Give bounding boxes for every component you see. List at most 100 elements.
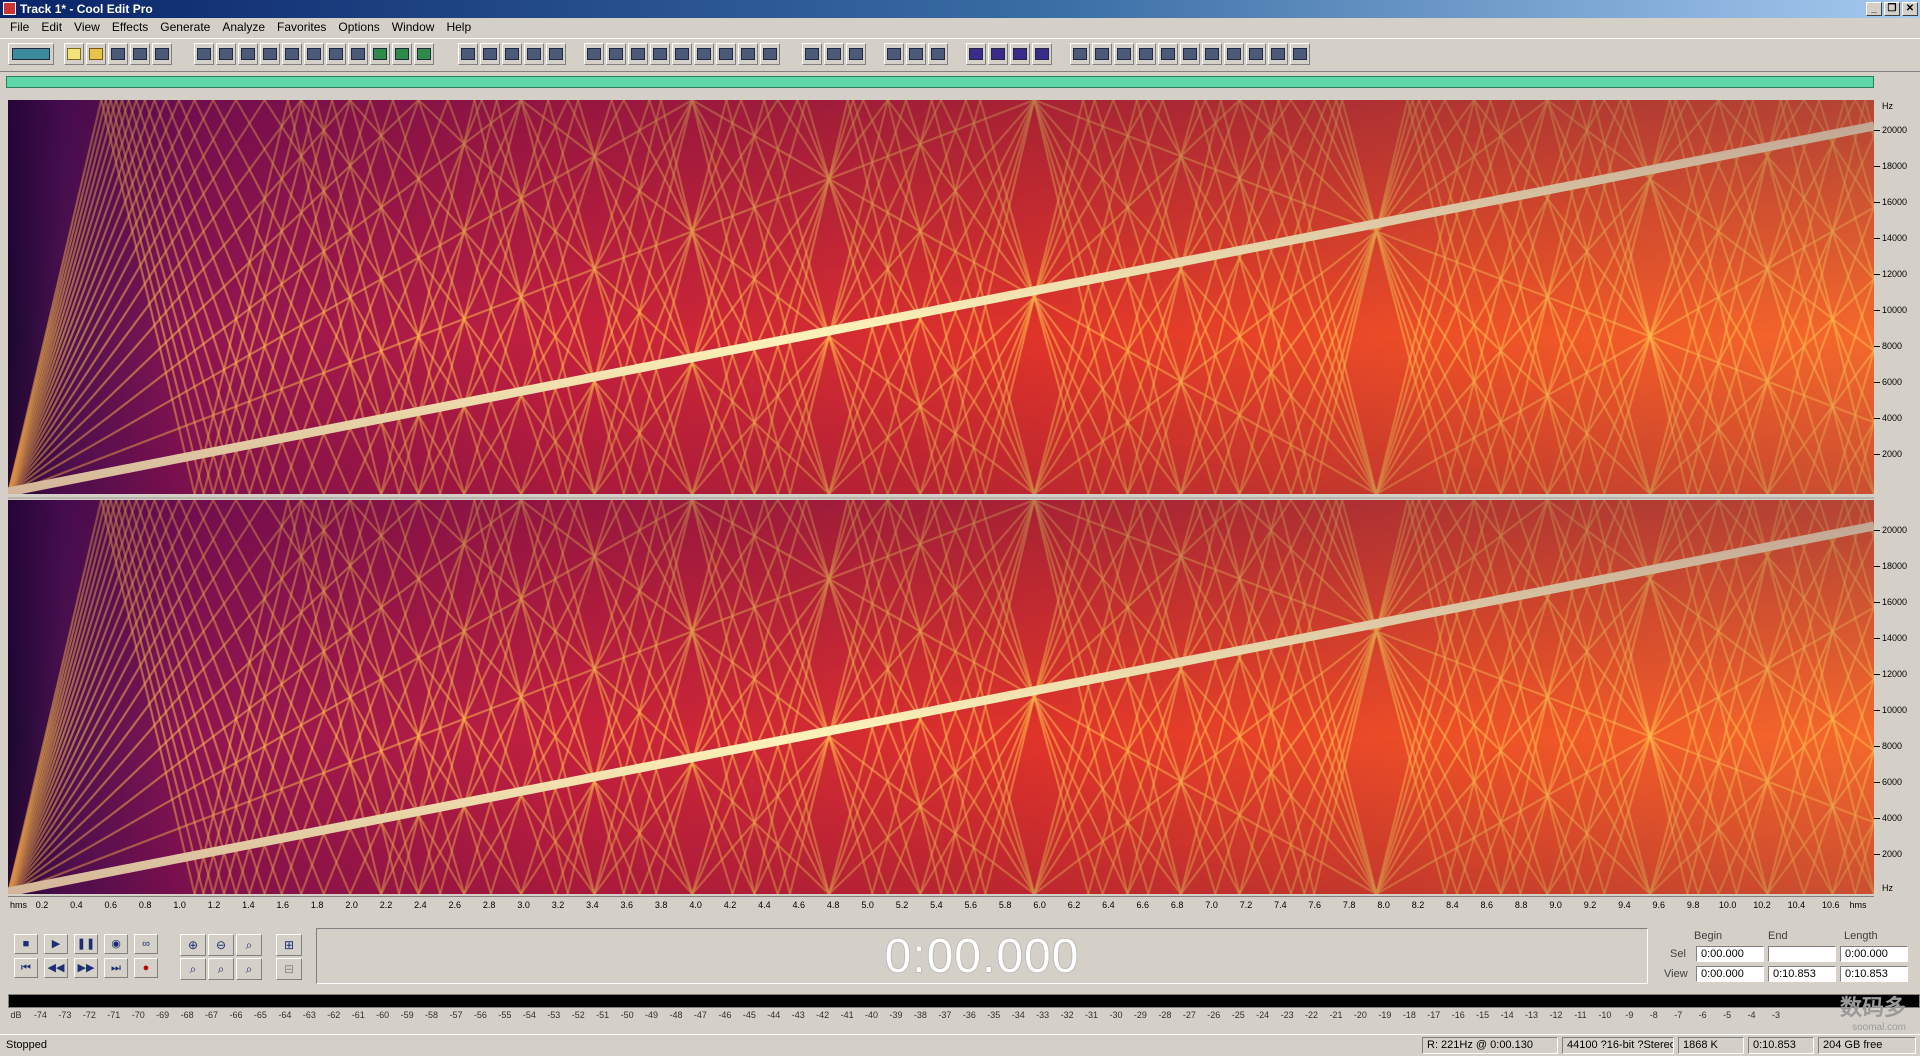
process-3-button[interactable] (1114, 43, 1134, 65)
open-file-button[interactable] (86, 43, 106, 65)
copy-button[interactable] (260, 43, 280, 65)
process-4-button[interactable] (1136, 43, 1156, 65)
meter-tick-label: -3 (1771, 1010, 1781, 1020)
record-button[interactable]: ● (134, 958, 158, 978)
save-all-button[interactable] (130, 43, 150, 65)
clipboard-2-button[interactable] (392, 43, 412, 65)
stop-button[interactable]: ■ (14, 934, 38, 954)
menu-generate[interactable]: Generate (154, 18, 216, 37)
effect-9-button[interactable] (760, 43, 780, 65)
analyze-2-button[interactable] (906, 43, 926, 65)
zoom-vertical-in-button[interactable]: ⊞ (276, 934, 302, 956)
filter-3-button[interactable] (1010, 43, 1030, 65)
clipboard-3-button[interactable] (414, 43, 434, 65)
pause-button[interactable]: ❚❚ (74, 934, 98, 954)
overview-scroll-bar[interactable] (6, 76, 1874, 88)
menu-effects[interactable]: Effects (106, 18, 154, 37)
paste-button[interactable] (282, 43, 302, 65)
menu-help[interactable]: Help (440, 18, 477, 37)
process-7-button[interactable] (1202, 43, 1222, 65)
play-button[interactable]: ▶ (44, 934, 68, 954)
process-5-button[interactable] (1158, 43, 1178, 65)
analyze-1-button[interactable] (884, 43, 904, 65)
clipboard-1-button[interactable] (370, 43, 390, 65)
process-9-button[interactable] (1246, 43, 1266, 65)
restore-button[interactable]: ❐ (1884, 2, 1900, 16)
effect-7-button[interactable] (716, 43, 736, 65)
rewind-button[interactable]: ◀◀ (44, 958, 68, 978)
go-to-end-button[interactable]: ⏭ (104, 958, 128, 978)
grid-button[interactable] (524, 43, 544, 65)
cut-button[interactable] (238, 43, 258, 65)
filter-1-button[interactable] (966, 43, 986, 65)
play-to-end-button[interactable]: ◉ (104, 934, 128, 954)
bars-button[interactable] (546, 43, 566, 65)
play-effect-button[interactable] (650, 43, 670, 65)
save-button[interactable] (108, 43, 128, 65)
loop-button[interactable]: ∞ (134, 934, 158, 954)
process-8-button[interactable] (1224, 43, 1244, 65)
zoom-left-button[interactable]: ⌕ (208, 958, 234, 980)
paste-icon (285, 48, 299, 60)
fast-forward-button[interactable]: ▶▶ (74, 958, 98, 978)
close-file-button[interactable] (152, 43, 172, 65)
effect-8-button[interactable] (738, 43, 758, 65)
multitrack-toggle-button[interactable] (8, 43, 54, 65)
spectral-view-button[interactable] (502, 43, 522, 65)
effect-1-button[interactable] (584, 43, 604, 65)
process-11-button[interactable] (1290, 43, 1310, 65)
info-button[interactable] (824, 43, 844, 65)
menu-analyze[interactable]: Analyze (216, 18, 271, 37)
analyze-3-button[interactable] (928, 43, 948, 65)
view-length-field[interactable]: 0:10.853 (1840, 966, 1908, 982)
freq-tick-label: 6000 (1882, 777, 1903, 787)
redo-button[interactable] (216, 43, 236, 65)
view-end-field[interactable]: 0:10.853 (1768, 966, 1836, 982)
zoom-in-button[interactable]: ⊕ (180, 934, 206, 956)
sel-end-field[interactable] (1768, 946, 1836, 962)
menu-favorites[interactable]: Favorites (271, 18, 332, 37)
delete-button[interactable] (348, 43, 368, 65)
menu-edit[interactable]: Edit (35, 18, 68, 37)
sel-length-field[interactable]: 0:00.000 (1840, 946, 1908, 962)
close-button[interactable]: ✕ (1902, 2, 1918, 16)
help-button[interactable] (846, 43, 866, 65)
menu-options[interactable]: Options (332, 18, 385, 37)
process-6-button[interactable] (1180, 43, 1200, 65)
undo-button[interactable] (194, 43, 214, 65)
zoom-vertical-out-button[interactable]: ⊟ (276, 958, 302, 980)
effect-2-button[interactable] (606, 43, 626, 65)
effect-6-button[interactable] (694, 43, 714, 65)
zoom-right-button[interactable]: ⌕ (236, 958, 262, 980)
sel-begin-field[interactable]: 0:00.000 (1696, 946, 1764, 962)
delete-icon (351, 48, 365, 60)
menu-window[interactable]: Window (386, 18, 441, 37)
process-2-button[interactable] (1092, 43, 1112, 65)
status-bar: Stopped R: 221Hz @ 0:00.130 44100 ?16-bi… (0, 1034, 1920, 1056)
menu-view[interactable]: View (68, 18, 106, 37)
filter-4-button[interactable] (1032, 43, 1052, 65)
zoom-out-button[interactable]: ⊖ (208, 934, 234, 956)
menu-file[interactable]: File (4, 18, 35, 37)
view-begin-field[interactable]: 0:00.000 (1696, 966, 1764, 982)
new-file-button[interactable] (64, 43, 84, 65)
zoom-full-button[interactable]: ⌕ (236, 934, 262, 956)
meter-tick-label: -23 (1280, 1010, 1294, 1020)
time-tick-label: 7.6 (1308, 900, 1322, 910)
zoom-selection-button[interactable]: ⌕ (180, 958, 206, 980)
go-to-start-button[interactable]: ⏮ (14, 958, 38, 978)
filter-2-button[interactable] (988, 43, 1008, 65)
envelope-button[interactable] (480, 43, 500, 65)
minimize-button[interactable]: _ (1866, 2, 1882, 16)
mix-paste-button[interactable] (326, 43, 346, 65)
settings-button[interactable] (802, 43, 822, 65)
spectral-display-left[interactable] (8, 100, 1874, 494)
trim-button[interactable] (304, 43, 324, 65)
waveform-view-button[interactable] (458, 43, 478, 65)
process-10-button[interactable] (1268, 43, 1288, 65)
effect-5-button[interactable] (672, 43, 692, 65)
spectral-display-right[interactable] (8, 500, 1874, 894)
process-1-button[interactable] (1070, 43, 1090, 65)
time-ruler[interactable]: hms hms 0.2 0.4 0.6 0.8 1.0 1.2 1.4 1.6 1.8 2.0 2.… (8, 896, 1874, 914)
effect-3-button[interactable] (628, 43, 648, 65)
